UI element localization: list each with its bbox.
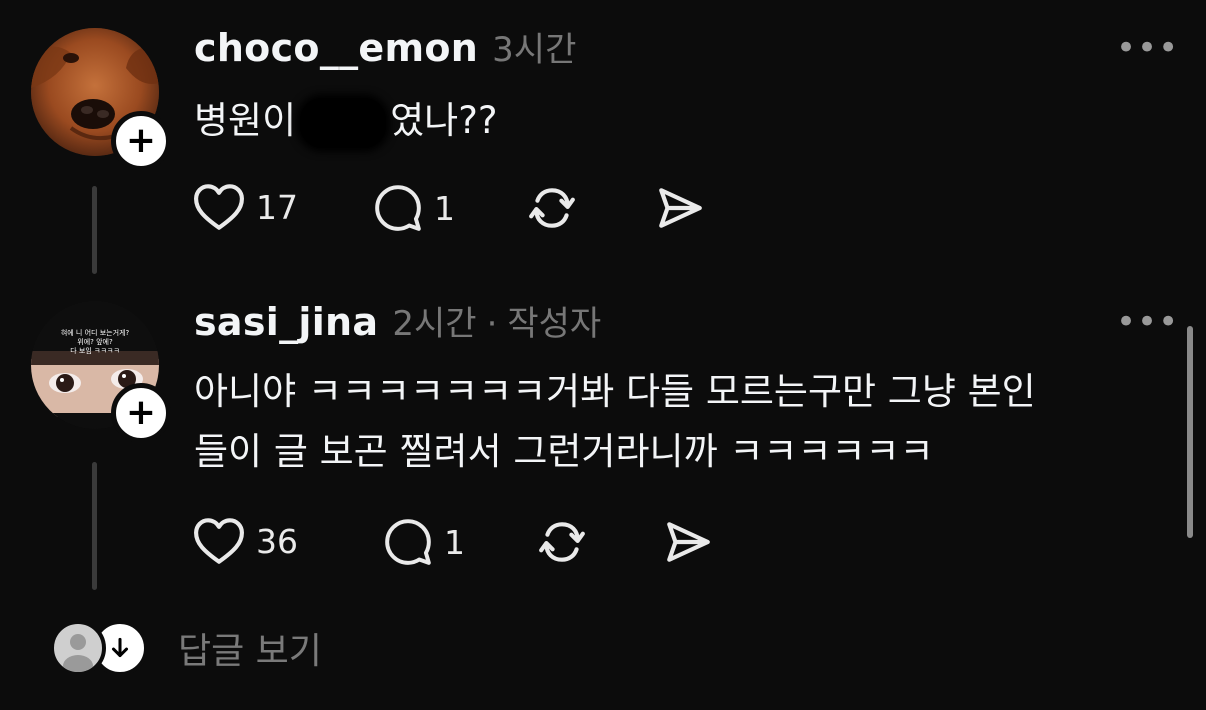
user-silhouette-icon	[63, 634, 93, 672]
heart-icon	[194, 518, 244, 564]
comment-text-part: 병원이	[194, 99, 297, 142]
timestamp: 3시간	[492, 30, 577, 70]
share-button[interactable]	[654, 183, 706, 233]
follow-button[interactable]: +	[111, 111, 171, 171]
like-button[interactable]: 36	[192, 517, 298, 565]
comment-button[interactable]: 1	[372, 183, 455, 233]
avatar-caption-line: 위에? 앞에?	[77, 338, 113, 346]
reply-count: 1	[434, 188, 455, 228]
share-button[interactable]	[662, 517, 714, 567]
avatar-caption: 혀에 니 어디 보는거게? 위에? 앞에? 다 보임 ㅋㅋㅋㅋ	[31, 329, 159, 356]
timestamp: 2시간	[392, 304, 477, 344]
share-icon	[659, 188, 702, 228]
comment-header: choco__emon 3시간	[194, 22, 576, 71]
follow-button[interactable]: +	[111, 383, 171, 443]
comment-text-line: 들이 글 보곤 찔려서 그런거라니까 ㅋㅋㅋㅋㅋㅋ	[194, 430, 934, 473]
comment-text: 병원이 였나??	[194, 91, 497, 151]
username[interactable]: choco__emon	[194, 26, 478, 70]
author-badge: 작성자	[507, 304, 602, 344]
comment-header: sasi_jina 2시간 · 작성자	[194, 296, 601, 345]
like-button[interactable]: 17	[192, 183, 298, 231]
comment-text-line: 아니야 ㅋㅋㅋㅋㅋㅋㅋ거봐 다들 모르는구만 그냥 본인	[194, 370, 1036, 413]
meta-separator: ·	[486, 304, 498, 344]
username[interactable]: sasi_jina	[194, 300, 378, 344]
repost-icon	[529, 188, 575, 228]
comment-button[interactable]: 1	[382, 517, 465, 567]
repost-icon	[539, 522, 585, 562]
reply-avatar	[50, 620, 106, 676]
share-icon	[667, 522, 710, 562]
more-icon[interactable]: •••	[1116, 302, 1179, 342]
comment-icon	[375, 185, 421, 231]
scrollbar[interactable]	[1187, 326, 1193, 538]
like-count: 17	[256, 187, 298, 227]
view-replies-button[interactable]: 답글 보기	[50, 620, 322, 676]
comment-text-part: 였나??	[390, 99, 498, 142]
heart-icon	[194, 184, 244, 230]
redaction-mark	[300, 97, 387, 148]
avatar-caption-line: 다 보임 ㅋㅋㅋㅋ	[70, 347, 120, 355]
reply-count: 1	[444, 522, 465, 562]
thread-line	[92, 462, 97, 590]
view-replies-label: 답글 보기	[178, 631, 322, 672]
comment-text: 아니야 ㅋㅋㅋㅋㅋㅋㅋ거봐 다들 모르는구만 그냥 본인 들이 글 보곤 찔려서…	[194, 362, 1036, 482]
avatar-caption-line: 혀에 니 어디 보는거게?	[60, 329, 130, 337]
like-count: 36	[256, 521, 298, 561]
more-icon[interactable]: •••	[1116, 28, 1179, 68]
thread-line	[92, 186, 97, 274]
repost-button[interactable]	[526, 183, 578, 233]
comment-icon	[385, 519, 431, 565]
repost-button[interactable]	[536, 517, 588, 567]
